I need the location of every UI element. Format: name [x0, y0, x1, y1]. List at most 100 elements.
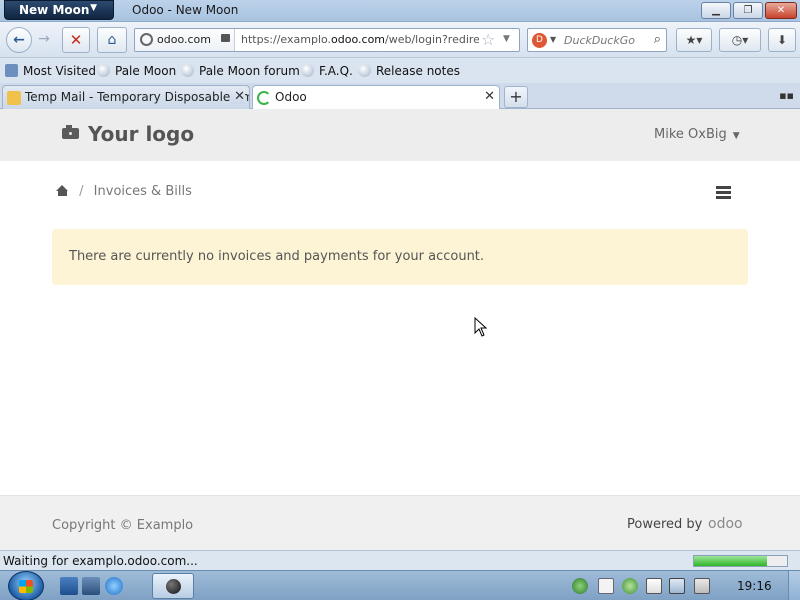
pale-moon-icon	[181, 64, 194, 77]
close-tab-icon[interactable]: ✕	[231, 89, 245, 104]
browser-status-bar: Waiting for examplo.odoo.com...	[0, 550, 800, 570]
odoo-logo[interactable]: odoo	[708, 516, 743, 532]
show-desktop-button[interactable]	[788, 571, 800, 600]
breadcrumb: / Invoices & Bills	[56, 184, 192, 199]
camera-icon	[62, 125, 79, 139]
tab-temp-mail[interactable]: Temp Mail - Temporary Disposable Em ✕	[2, 85, 250, 109]
switch-windows-icon[interactable]	[82, 577, 100, 595]
window-title-bar: New Moon ▼ Odoo - New Moon ▁ ❐ ✕	[0, 0, 800, 22]
site-identity-label: odoo.com	[157, 33, 211, 46]
bookmark-label: F.A.Q.	[319, 64, 353, 78]
site-header: Your logo Mike OxBig ▼	[0, 109, 800, 161]
new-tab-button[interactable]: +	[504, 86, 528, 108]
security-shield-icon[interactable]	[622, 578, 638, 594]
system-clock[interactable]: 19:16	[737, 579, 772, 593]
windows-logo-icon	[19, 580, 33, 593]
action-center-flag-icon[interactable]	[646, 578, 662, 594]
search-icon	[5, 64, 18, 77]
user-name: Mike OxBig	[654, 127, 727, 142]
globe-icon	[140, 33, 153, 46]
network-monitor-icon[interactable]	[669, 578, 685, 594]
caret-down-icon: ▼	[732, 131, 740, 141]
bookmarks-menu-button[interactable]: ★▾	[676, 28, 712, 52]
tab-label: Temp Mail - Temporary Disposable Em	[25, 90, 250, 104]
show-desktop-icon[interactable]	[60, 577, 78, 595]
arrow-right-icon: →	[38, 31, 50, 47]
bookmark-release-notes[interactable]: Release notes	[358, 64, 460, 78]
loading-spinner-icon	[257, 91, 271, 105]
app-menu-label: New Moon	[19, 3, 90, 17]
bookmark-star-icon[interactable]: ☆	[481, 30, 495, 49]
bookmark-label: Pale Moon forum	[199, 64, 300, 78]
bookmark-label: Pale Moon	[115, 64, 177, 78]
site-footer: Copyright © Examplo Powered by odoo	[0, 495, 800, 550]
app-menu-button[interactable]: New Moon ▼	[4, 0, 114, 20]
network-globe-icon[interactable]	[572, 578, 588, 594]
tab-label: Odoo	[275, 90, 307, 104]
info-alert: There are currently no invoices and paym…	[52, 229, 748, 285]
tab-list-icon[interactable]: ▪▪	[779, 89, 794, 102]
start-button[interactable]	[8, 571, 44, 600]
lock-icon	[221, 34, 230, 42]
tab-strip: Temp Mail - Temporary Disposable Em ✕ Od…	[0, 83, 800, 110]
bookmark-label: Most Visited	[23, 64, 97, 78]
url-text[interactable]: https://examplo.odoo.com/web/login?redir…	[241, 33, 479, 46]
close-tab-icon[interactable]: ✕	[484, 89, 495, 104]
status-text: Waiting for examplo.odoo.com...	[3, 554, 198, 568]
download-arrow-icon: ⬇	[776, 33, 788, 47]
bookmark-most-visited[interactable]: Most Visited	[5, 64, 96, 78]
pale-moon-icon	[166, 579, 181, 594]
hamburger-menu-icon[interactable]	[716, 186, 731, 199]
footer-copyright: Copyright © Examplo	[52, 518, 194, 533]
address-bar[interactable]: odoo.com https://examplo.odoo.com/web/lo…	[134, 28, 520, 52]
bookmarks-toolbar: Most Visited Pale Moon Pale Moon forum F…	[0, 59, 800, 83]
document-icon[interactable]	[598, 578, 614, 594]
pale-moon-icon	[358, 64, 371, 77]
tab-odoo[interactable]: Odoo ✕	[252, 85, 500, 110]
forward-button[interactable]: →	[33, 27, 55, 53]
search-bar[interactable]: D ▼ DuckDuckGo ⌕	[527, 28, 667, 52]
duckduckgo-icon[interactable]: D	[532, 33, 547, 48]
url-path: /web/login?redire	[385, 33, 479, 46]
site-logo[interactable]: Your logo	[88, 122, 194, 146]
bookmark-pale-moon-forum[interactable]: Pale Moon forum	[181, 64, 300, 78]
plus-icon: +	[509, 87, 523, 106]
minimize-button[interactable]: ▁	[701, 2, 731, 19]
url-prefix: https://examplo.	[241, 33, 332, 46]
chevron-down-icon: ▼	[90, 3, 97, 13]
taskbar-pale-moon-window[interactable]	[152, 573, 194, 599]
search-placeholder: DuckDuckGo	[564, 34, 635, 47]
window-title: Odoo - New Moon	[132, 3, 239, 17]
windows-taskbar: 19:16	[0, 570, 800, 600]
url-history-dropdown-icon[interactable]: ▼	[503, 34, 510, 44]
home-icon[interactable]	[56, 185, 69, 196]
maximize-button[interactable]: ❐	[733, 2, 763, 19]
downloads-button[interactable]: ⬇	[768, 28, 796, 52]
bookmark-label: Release notes	[376, 64, 460, 78]
loading-progress-bar	[693, 555, 788, 567]
history-button[interactable]: ◷▾	[719, 28, 761, 52]
internet-explorer-icon[interactable]	[105, 577, 123, 595]
loading-progress-fill	[694, 556, 767, 566]
breadcrumb-separator: /	[79, 184, 84, 199]
bookmark-pale-moon[interactable]: Pale Moon	[97, 64, 176, 78]
stop-button[interactable]: ✕	[62, 27, 90, 53]
bookmark-faq[interactable]: F.A.Q.	[301, 64, 353, 78]
navigation-toolbar: ← → ✕ ⌂ odoo.com https://examplo.odoo.co…	[0, 22, 800, 58]
pale-moon-icon	[97, 64, 110, 77]
back-button[interactable]: ←	[6, 27, 32, 53]
alert-message: There are currently no invoices and paym…	[69, 249, 485, 264]
user-menu-dropdown[interactable]: Mike OxBig ▼	[654, 127, 740, 142]
footer-powered-by: Powered by	[627, 517, 703, 532]
home-button[interactable]: ⌂	[97, 27, 127, 53]
site-identity-button[interactable]: odoo.com	[135, 29, 235, 51]
search-icon[interactable]: ⌕	[654, 32, 661, 47]
pale-moon-icon	[301, 64, 314, 77]
clock-icon: ◷▾	[731, 33, 749, 47]
search-engine-dropdown-icon[interactable]: ▼	[550, 35, 556, 44]
mail-icon	[7, 91, 21, 105]
home-icon: ⌂	[107, 32, 117, 48]
web-page: Your logo Mike OxBig ▼ / Invoices & Bills…	[0, 109, 800, 550]
close-window-button[interactable]: ✕	[765, 2, 797, 19]
volume-muted-icon[interactable]	[694, 578, 710, 594]
